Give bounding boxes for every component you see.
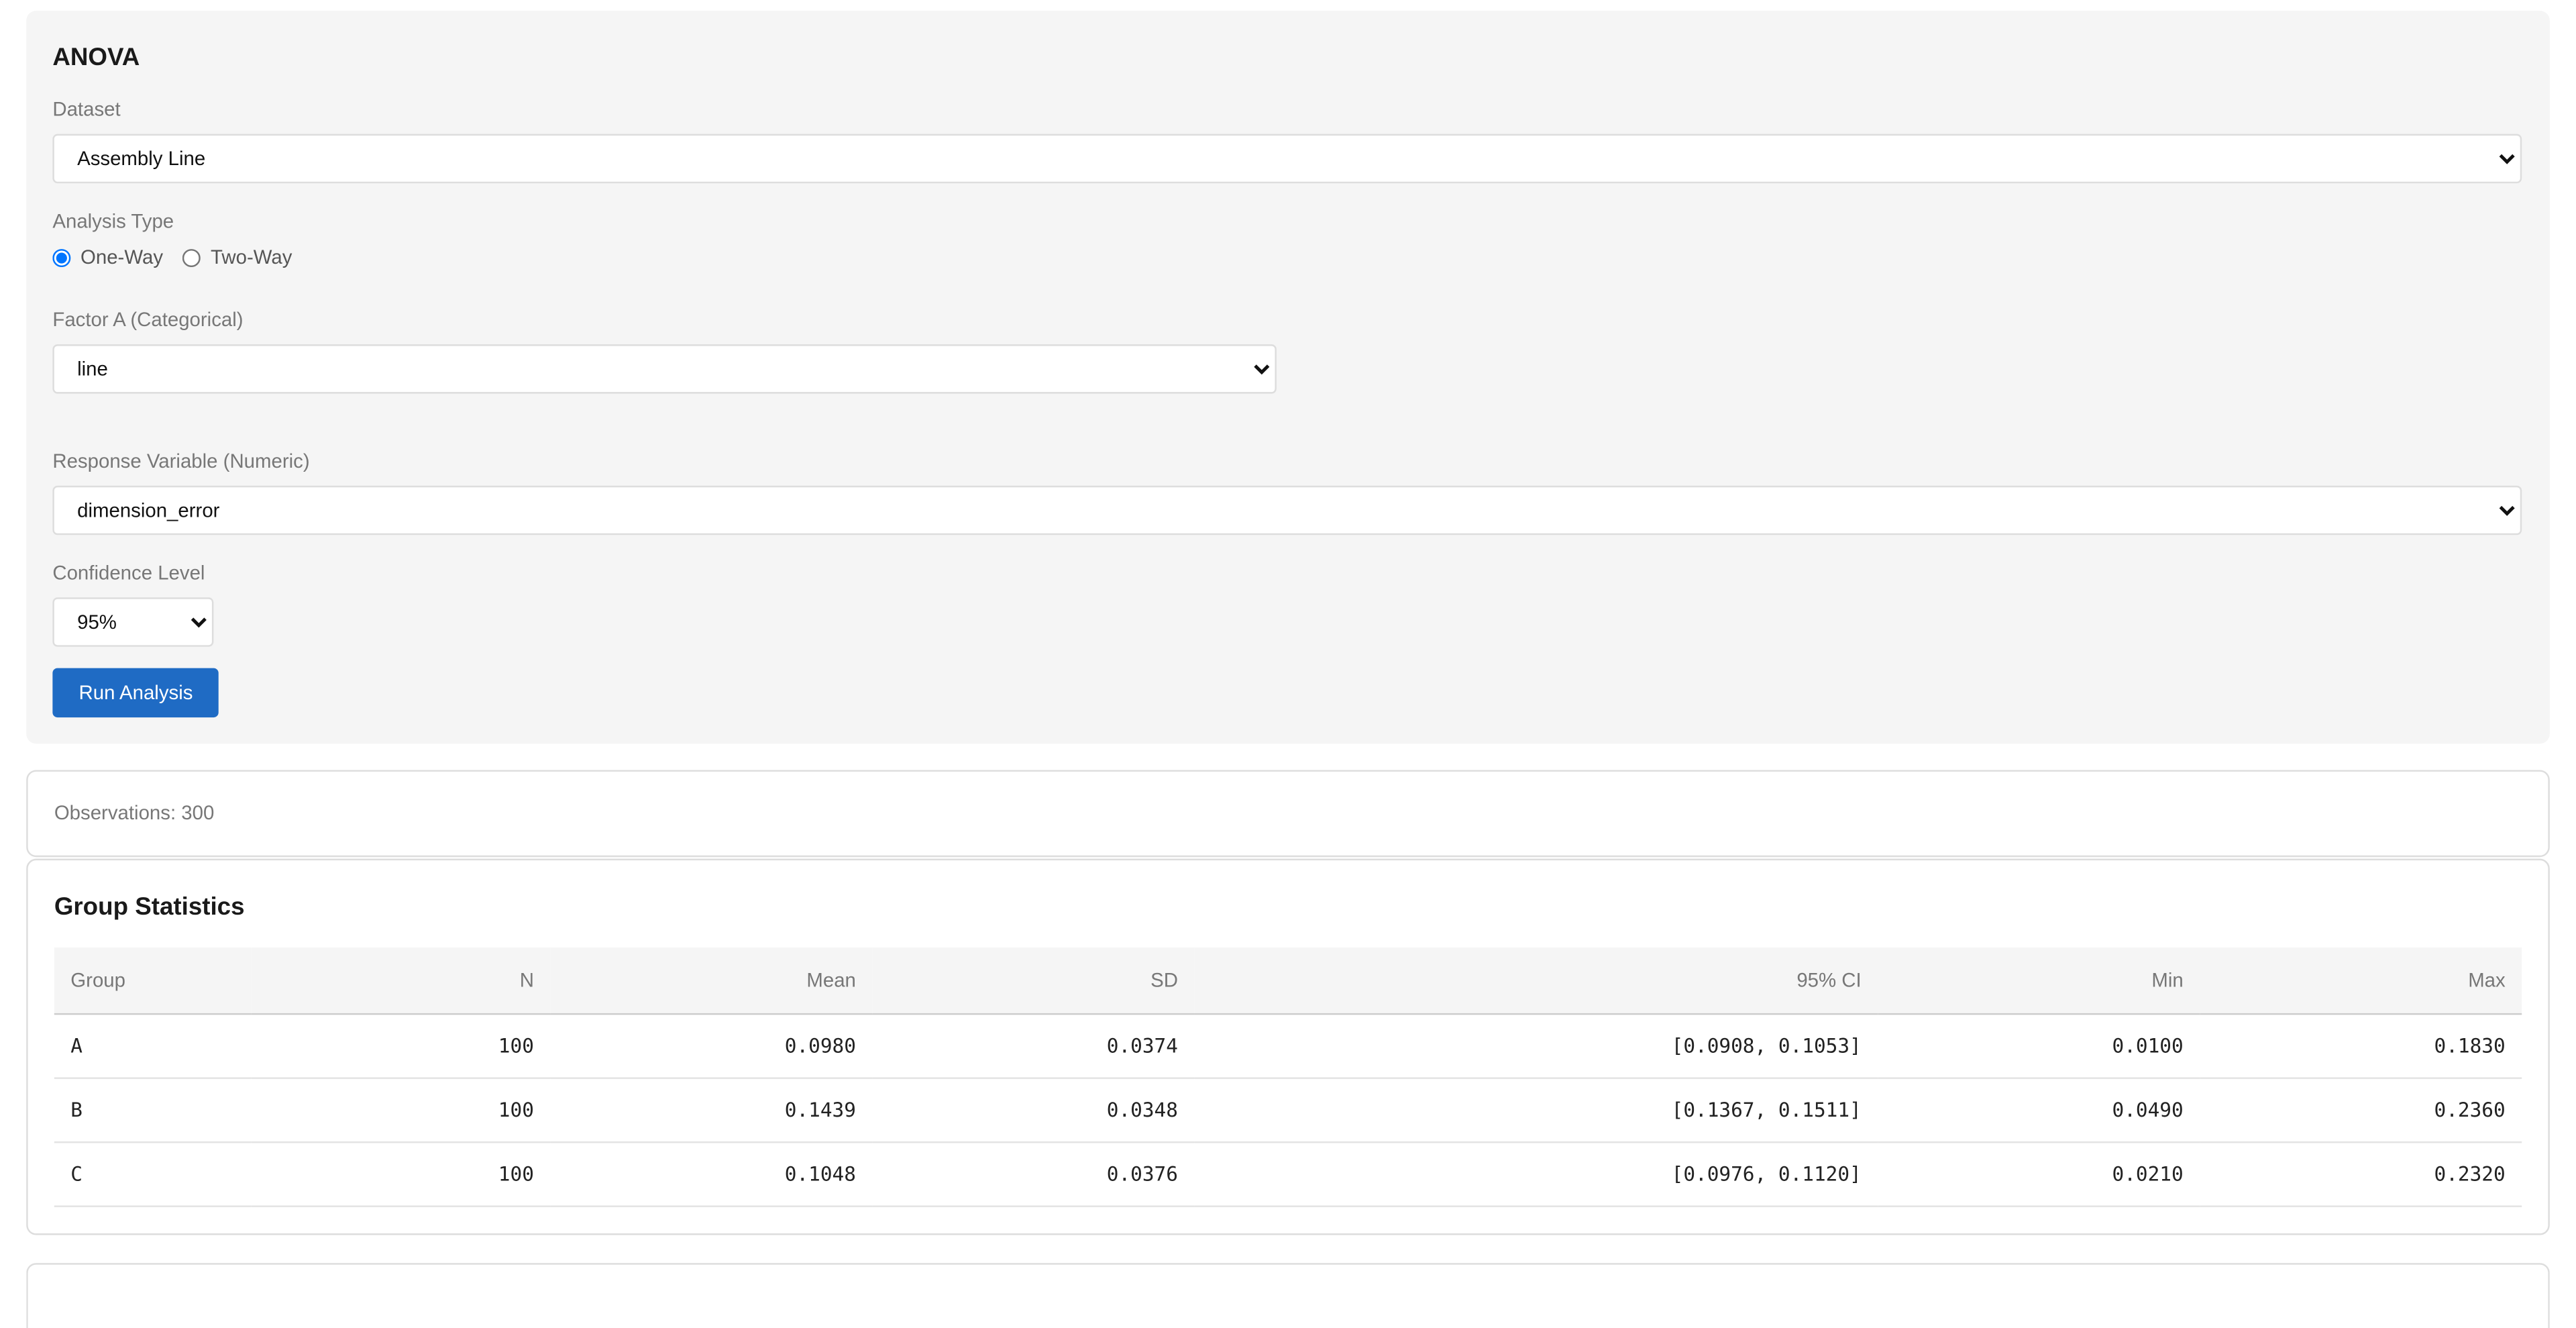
radio-one-way[interactable]: One-Way [52, 246, 163, 268]
cell-mean: 0.1048 [550, 1141, 873, 1207]
col-mean: Mean [550, 947, 873, 1015]
confidence-level-label: Confidence Level [52, 561, 205, 584]
radio-one-way-label: One-Way [80, 246, 164, 269]
response-variable-label: Response Variable (Numeric) [52, 449, 310, 473]
cell-sd: 0.0374 [872, 1013, 1195, 1078]
cell-min: 0.0490 [1878, 1077, 2200, 1143]
run-analysis-button[interactable]: Run Analysis [52, 668, 219, 718]
anova-config-panel: ANOVA Dataset Assembly Line Analysis Typ… [26, 11, 2550, 744]
radio-two-way-label: Two-Way [211, 246, 292, 269]
response-variable-select[interactable]: dimension_error [52, 485, 2522, 535]
col-n: N [251, 947, 551, 1015]
cell-mean: 0.1439 [550, 1077, 873, 1143]
group-statistics-card: Group Statistics Group N Mean SD 95% CI … [26, 858, 2550, 1235]
table-row: B 100 0.1439 0.0348 [0.1367, 0.1511] 0.0… [54, 1077, 2522, 1143]
cell-mean: 0.0980 [550, 1013, 873, 1078]
dataset-select[interactable]: Assembly Line [52, 134, 2522, 184]
confidence-level-select[interactable]: 95% [52, 597, 214, 647]
panel-title: ANOVA [52, 43, 140, 72]
analysis-type-radio-group: One-Way Two-Way [52, 246, 2523, 268]
cell-n: 100 [251, 1141, 551, 1207]
cell-sd: 0.0348 [872, 1077, 1195, 1143]
factor-a-label: Factor A (Categorical) [52, 308, 244, 331]
col-max: Max [2200, 947, 2522, 1015]
group-statistics-table: Group N Mean SD 95% CI Min Max A 100 0.0… [54, 947, 2522, 1207]
observations-count: Observations: 300 [54, 801, 215, 825]
cell-n: 100 [251, 1013, 551, 1078]
cell-group: A [54, 1013, 252, 1078]
next-section-card [26, 1262, 2550, 1328]
group-statistics-title: Group Statistics [54, 893, 245, 921]
cell-min: 0.0100 [1878, 1013, 2200, 1078]
cell-n: 100 [251, 1077, 551, 1143]
col-group: Group [54, 947, 252, 1015]
cell-max: 0.2360 [2200, 1077, 2522, 1143]
table-row: A 100 0.0980 0.0374 [0.0908, 0.1053] 0.0… [54, 1013, 2522, 1078]
col-ci: 95% CI [1194, 947, 1878, 1015]
cell-ci: [0.0976, 0.1120] [1194, 1141, 1878, 1207]
dataset-label: Dataset [52, 97, 121, 121]
cell-max: 0.2320 [2200, 1141, 2522, 1207]
table-row: C 100 0.1048 0.0376 [0.0976, 0.1120] 0.0… [54, 1141, 2522, 1207]
factor-a-select[interactable]: line [52, 344, 1277, 394]
table-header-row: Group N Mean SD 95% CI Min Max [54, 947, 2522, 1015]
col-sd: SD [872, 947, 1195, 1015]
radio-two-way-input[interactable] [182, 248, 201, 266]
analysis-type-label: Analysis Type [52, 209, 174, 233]
radio-two-way[interactable]: Two-Way [182, 246, 292, 268]
cell-sd: 0.0376 [872, 1141, 1195, 1207]
cell-max: 0.1830 [2200, 1013, 2522, 1078]
col-min: Min [1878, 947, 2200, 1015]
cell-ci: [0.0908, 0.1053] [1194, 1013, 1878, 1078]
page: ANOVA Dataset Assembly Line Analysis Typ… [0, 11, 2576, 1328]
cell-ci: [0.1367, 0.1511] [1194, 1077, 1878, 1143]
radio-one-way-input[interactable] [52, 248, 71, 266]
cell-min: 0.0210 [1878, 1141, 2200, 1207]
cell-group: C [54, 1141, 252, 1207]
cell-group: B [54, 1077, 252, 1143]
observations-card: Observations: 300 [26, 770, 2550, 858]
